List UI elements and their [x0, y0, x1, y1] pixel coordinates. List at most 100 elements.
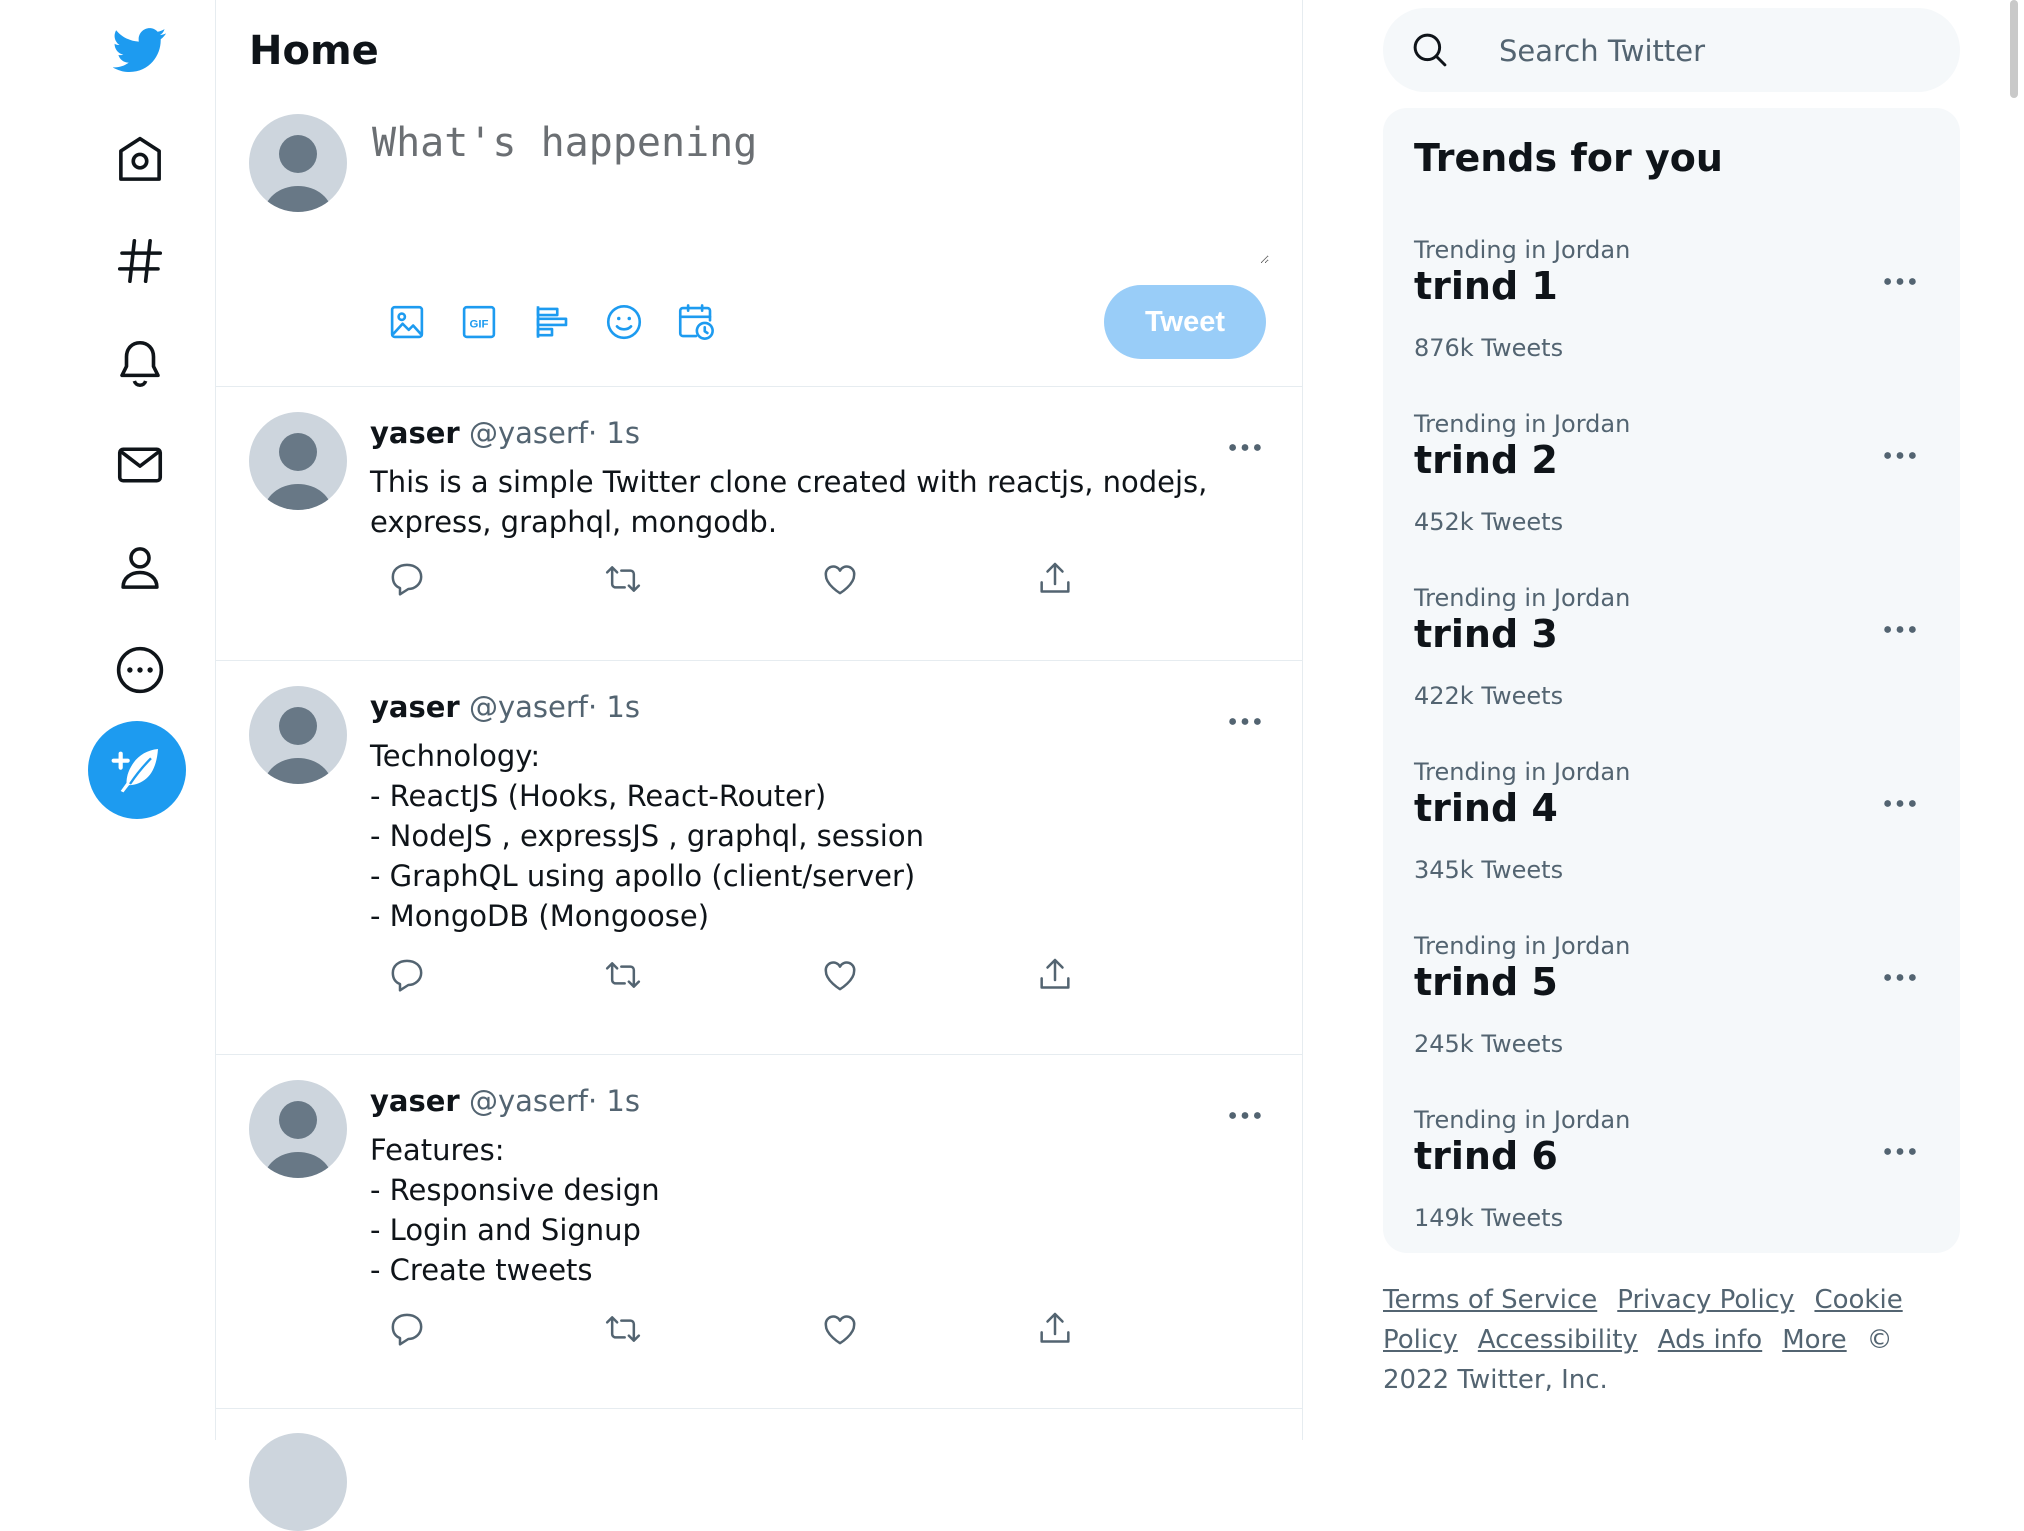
- trend-item[interactable]: Trending in Jordan trind 4 345k Tweets: [1383, 758, 1960, 928]
- tweet-author-handle[interactable]: @yaserf: [469, 690, 588, 724]
- tweet-card[interactable]: yaser @yaserf· 1s Technology: - ReactJS …: [215, 660, 1302, 1055]
- tweet-author-name[interactable]: yaser: [370, 416, 460, 450]
- page-title: Home: [249, 28, 379, 74]
- retweet-icon[interactable]: [599, 1305, 647, 1353]
- tweet-card[interactable]: yaser @yaserf· 1s Features: - Responsive…: [215, 1054, 1302, 1409]
- compose-tweet-icon: [111, 749, 158, 793]
- tweet-card[interactable]: [215, 1408, 1302, 1531]
- trend-context: Trending in Jordan: [1414, 584, 1631, 612]
- trend-item[interactable]: Trending in Jordan trind 3 422k Tweets: [1383, 584, 1960, 754]
- emoji-icon[interactable]: [600, 298, 648, 346]
- tweet-button[interactable]: Tweet: [1104, 285, 1266, 359]
- reply-icon[interactable]: [383, 1305, 431, 1353]
- trend-more-icon[interactable]: [1870, 1136, 1930, 1166]
- gif-icon[interactable]: GIF: [455, 298, 503, 346]
- search-input[interactable]: [1497, 26, 1941, 76]
- trend-tweet-count: 452k Tweets: [1414, 508, 1564, 536]
- tweet-separator: ·: [587, 1084, 598, 1118]
- trend-tweet-count: 876k Tweets: [1414, 334, 1564, 362]
- tweet-more-icon[interactable]: [1215, 1100, 1275, 1130]
- avatar[interactable]: [249, 412, 347, 510]
- trend-more-icon[interactable]: [1870, 614, 1930, 644]
- trend-more-icon[interactable]: [1870, 962, 1930, 992]
- tweet-more-icon[interactable]: [1215, 706, 1275, 736]
- trend-context: Trending in Jordan: [1414, 410, 1631, 438]
- main-timeline: Home GIF Tweet yaser @yaserf· 1s This is…: [215, 0, 1303, 1531]
- twitter-logo-icon[interactable]: [106, 16, 174, 84]
- home-icon[interactable]: [106, 126, 174, 194]
- footer-link-more[interactable]: More: [1782, 1325, 1846, 1355]
- footer-link-privacy[interactable]: Privacy Policy: [1617, 1285, 1794, 1315]
- avatar[interactable]: [249, 686, 347, 784]
- retweet-icon[interactable]: [599, 951, 647, 999]
- tweet-card[interactable]: yaser @yaserf· 1s This is a simple Twitt…: [215, 386, 1302, 661]
- trend-more-icon[interactable]: [1870, 440, 1930, 470]
- tweet-timestamp[interactable]: 1s: [606, 690, 640, 724]
- reply-icon[interactable]: [383, 951, 431, 999]
- trend-tweet-count: 422k Tweets: [1414, 682, 1564, 710]
- tweet-text: Features: - Responsive design - Login an…: [370, 1133, 660, 1287]
- trend-context: Trending in Jordan: [1414, 932, 1631, 960]
- footer-link-accessibility[interactable]: Accessibility: [1478, 1325, 1638, 1355]
- trend-item[interactable]: Trending in Jordan trind 6 149k Tweets: [1383, 1106, 1960, 1276]
- page-scrollbar[interactable]: [2010, 0, 2018, 98]
- avatar[interactable]: [249, 1433, 347, 1531]
- image-icon[interactable]: [383, 298, 431, 346]
- tweet-text: Technology: - ReactJS (Hooks, React-Rout…: [370, 739, 924, 933]
- search-icon: [1409, 29, 1451, 71]
- profile-person-icon[interactable]: [106, 534, 174, 602]
- tweet-author-name[interactable]: yaser: [370, 1084, 460, 1118]
- tweet-timestamp[interactable]: 1s: [606, 416, 640, 450]
- tweet-header: yaser @yaserf· 1s: [370, 416, 640, 450]
- explore-hashtag-icon[interactable]: [106, 227, 174, 295]
- poll-icon[interactable]: [528, 298, 576, 346]
- trend-tweet-count: 149k Tweets: [1414, 1204, 1564, 1232]
- trend-item[interactable]: Trending in Jordan trind 5 245k Tweets: [1383, 932, 1960, 1102]
- search-bar[interactable]: [1383, 8, 1960, 92]
- compose-tweet-input[interactable]: [370, 118, 1269, 264]
- tweet-separator: ·: [587, 416, 598, 450]
- like-heart-icon[interactable]: [816, 1305, 864, 1353]
- tweet-author-handle[interactable]: @yaserf: [469, 1084, 588, 1118]
- trend-more-icon[interactable]: [1870, 788, 1930, 818]
- tweet-separator: ·: [587, 690, 598, 724]
- more-circle-icon[interactable]: [106, 636, 174, 704]
- reply-icon[interactable]: [383, 555, 431, 603]
- tweet-author-handle[interactable]: @yaserf: [469, 416, 588, 450]
- avatar[interactable]: [249, 1080, 347, 1178]
- tweet-text: This is a simple Twitter clone created w…: [370, 465, 1208, 539]
- trend-name: trind 1: [1414, 264, 1558, 308]
- trends-panel: Trends for you Trending in Jordan trind …: [1383, 108, 1960, 1253]
- trend-name: trind 2: [1414, 438, 1558, 482]
- share-icon[interactable]: [1031, 951, 1079, 999]
- trend-item[interactable]: Trending in Jordan trind 1 876k Tweets: [1383, 236, 1960, 406]
- notifications-bell-icon[interactable]: [106, 329, 174, 397]
- like-heart-icon[interactable]: [816, 951, 864, 999]
- messages-envelope-icon[interactable]: [106, 431, 174, 499]
- left-navigation: [0, 0, 216, 1440]
- trend-name: trind 5: [1414, 960, 1558, 1004]
- trend-name: trind 6: [1414, 1134, 1558, 1178]
- footer-link-terms[interactable]: Terms of Service: [1383, 1285, 1597, 1315]
- svg-text:GIF: GIF: [470, 318, 489, 330]
- trend-tweet-count: 245k Tweets: [1414, 1030, 1564, 1058]
- trend-name: trind 4: [1414, 786, 1558, 830]
- trend-context: Trending in Jordan: [1414, 1106, 1631, 1134]
- tweet-timestamp[interactable]: 1s: [606, 1084, 640, 1118]
- schedule-icon[interactable]: [672, 298, 720, 346]
- trend-name: trind 3: [1414, 612, 1558, 656]
- tweet-author-name[interactable]: yaser: [370, 690, 460, 724]
- avatar[interactable]: [249, 114, 347, 212]
- trends-title: Trends for you: [1414, 136, 1723, 180]
- tweet-header: yaser @yaserf· 1s: [370, 690, 640, 724]
- retweet-icon[interactable]: [599, 555, 647, 603]
- trend-item[interactable]: Trending in Jordan trind 2 452k Tweets: [1383, 410, 1960, 580]
- trend-context: Trending in Jordan: [1414, 758, 1631, 786]
- trend-more-icon[interactable]: [1870, 266, 1930, 296]
- tweet-more-icon[interactable]: [1215, 432, 1275, 462]
- compose-tweet-button[interactable]: [88, 721, 186, 819]
- footer-link-ads-info[interactable]: Ads info: [1658, 1325, 1762, 1355]
- share-icon[interactable]: [1031, 555, 1079, 603]
- share-icon[interactable]: [1031, 1305, 1079, 1353]
- like-heart-icon[interactable]: [816, 555, 864, 603]
